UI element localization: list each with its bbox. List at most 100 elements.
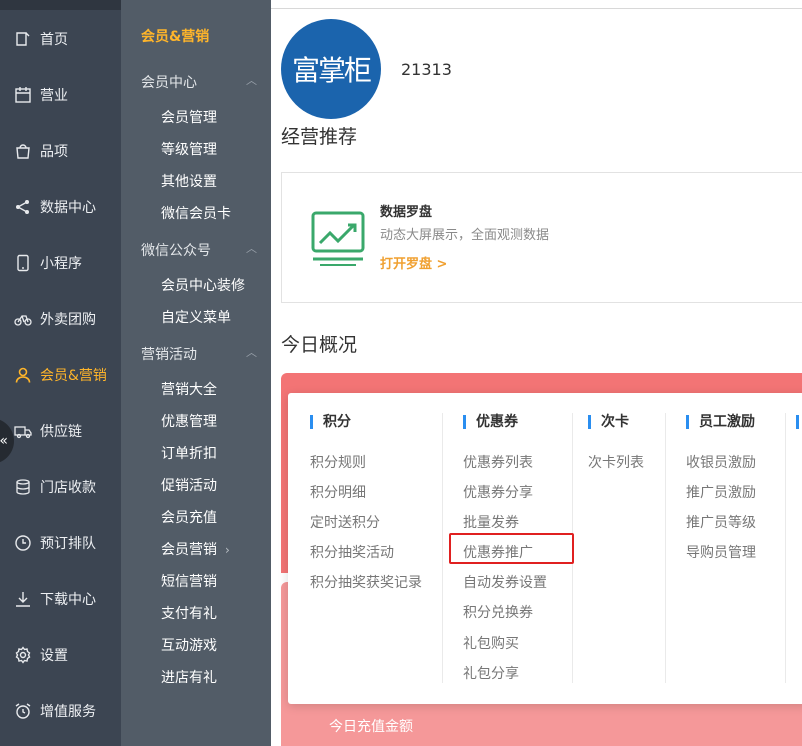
subnav-item[interactable]: 其他设置: [161, 171, 217, 191]
nav-item-value-added[interactable]: 增值服务: [0, 683, 121, 739]
column-header: 积分: [310, 415, 351, 429]
bag-icon: [14, 142, 32, 160]
subnav-item-member-marketing[interactable]: 会员营销 ›: [161, 539, 230, 559]
nav-item-label: 小程序: [40, 256, 82, 272]
gear-icon: [14, 646, 32, 664]
menu-item[interactable]: 积分明细: [310, 482, 366, 502]
subnav-item[interactable]: 会员中心装修: [161, 275, 245, 295]
subnav-item[interactable]: 支付有礼: [161, 603, 217, 623]
open-compass-link[interactable]: 打开罗盘 >: [380, 253, 447, 272]
card-description: 动态大屏展示，全面观测数据: [380, 228, 550, 243]
nav-item-mini-program[interactable]: 小程序: [0, 235, 121, 291]
highlight-box: [449, 533, 574, 564]
nav-item-delivery[interactable]: 外卖团购: [0, 291, 121, 347]
subnav-group-wechat[interactable]: 微信公众号 ︿: [141, 240, 261, 260]
subnav-item-label: 会员营销: [161, 542, 217, 558]
subnav-title: 会员&营销: [141, 29, 210, 45]
subnav-item[interactable]: 促销活动: [161, 475, 217, 495]
menu-item[interactable]: 积分规则: [310, 452, 366, 472]
truck-icon: [14, 422, 32, 440]
sub-sidebar: 会员&营销 会员中心 ︿ 会员管理 等级管理 其他设置 微信会员卡 微信公众号 …: [121, 0, 271, 746]
phone-icon: [14, 254, 32, 272]
nav-item-label: 设置: [40, 648, 68, 664]
subnav-item[interactable]: 会员充值: [161, 507, 217, 527]
nav-item-data-center[interactable]: 数据中心: [0, 179, 121, 235]
menu-column-times-card: 次卡 次卡列表: [588, 413, 666, 683]
menu-item[interactable]: 定时送积分: [310, 512, 380, 532]
nav-item-label: 供应链: [40, 424, 82, 440]
menu-item[interactable]: 礼包购买: [463, 633, 519, 653]
subnav-item[interactable]: 自定义菜单: [161, 307, 231, 327]
main-sidebar: 首页 营业 品项 数据中心 小程序 外卖团购 会员&营销 供应链 门店收款 预订…: [0, 0, 121, 746]
subnav-item[interactable]: 微信会员卡: [161, 203, 231, 223]
subnav-item[interactable]: 互动游戏: [161, 635, 217, 655]
column-header: 次卡: [588, 415, 629, 429]
subnav-item[interactable]: 短信营销: [161, 571, 217, 591]
nav-item-label: 数据中心: [40, 200, 96, 216]
menu-item[interactable]: 积分抽奖活动: [310, 542, 394, 562]
user-icon: [14, 366, 32, 384]
menu-item[interactable]: 礼包分享: [463, 663, 519, 683]
today-recharge-label: 今日充值金额: [329, 719, 413, 735]
section-title-recommend: 经营推荐: [281, 126, 358, 148]
calendar-icon: [14, 86, 32, 104]
nav-item-products[interactable]: 品项: [0, 123, 121, 179]
nav-item-label: 增值服务: [40, 704, 96, 720]
download-icon: [14, 590, 32, 608]
alarm-icon: [14, 702, 32, 720]
subnav-item[interactable]: 等级管理: [161, 139, 217, 159]
column-header-marker: [796, 415, 799, 429]
subnav-item[interactable]: 订单折扣: [161, 443, 217, 463]
menu-item[interactable]: 导购员管理: [686, 542, 756, 562]
nav-item-label: 首页: [40, 32, 68, 48]
nav-item-reservation[interactable]: 预订排队: [0, 515, 121, 571]
menu-item[interactable]: 积分抽奖获奖记录: [310, 572, 422, 592]
clock-icon: [14, 534, 32, 552]
data-compass-card: 数据罗盘 动态大屏展示，全面观测数据 打开罗盘 >: [281, 172, 802, 303]
nav-item-supply-chain[interactable]: 供应链: [0, 403, 121, 459]
nav-item-home[interactable]: 首页: [0, 11, 121, 67]
column-header: 员工激励: [686, 415, 755, 429]
nav-item-label: 营业: [40, 88, 68, 104]
subnav-group-marketing[interactable]: 营销活动 ︿: [141, 344, 261, 364]
menu-item[interactable]: 积分兑换券: [463, 602, 533, 622]
menu-item[interactable]: 次卡列表: [588, 452, 644, 472]
subnav-group-member-center[interactable]: 会员中心 ︿: [141, 72, 261, 92]
nav-item-label: 会员&营销: [40, 368, 107, 384]
menu-column-points: 积分 积分规则 积分明细 定时送积分 积分抽奖活动 积分抽奖获奖记录: [310, 413, 443, 683]
coins-icon: [14, 478, 32, 496]
group-label: 会员中心: [141, 75, 197, 91]
nav-item-download[interactable]: 下载中心: [0, 571, 121, 627]
menu-item[interactable]: 推广员激励: [686, 482, 756, 502]
shop-logo: 富掌柜: [281, 19, 381, 119]
column-header: 优惠券: [463, 415, 518, 429]
chevron-up-icon: ︿: [246, 346, 257, 359]
nav-item-label: 预订排队: [40, 536, 96, 552]
subnav-item[interactable]: 优惠管理: [161, 411, 217, 431]
card-title: 数据罗盘: [380, 205, 433, 220]
nav-item-store-payment[interactable]: 门店收款: [0, 459, 121, 515]
menu-column-staff-incentive: 员工激励 收银员激励 推广员激励 推广员等级 导购员管理: [686, 413, 786, 683]
home-icon: [14, 30, 32, 48]
share-icon: [14, 198, 32, 216]
subnav-item[interactable]: 营销大全: [161, 379, 217, 399]
sidebar-top-strip: [0, 0, 121, 10]
chart-trend-icon: [311, 211, 365, 266]
nav-item-business[interactable]: 营业: [0, 67, 121, 123]
shop-id: 21313: [401, 60, 452, 79]
menu-item[interactable]: 自动发券设置: [463, 572, 547, 592]
nav-item-settings[interactable]: 设置: [0, 627, 121, 683]
bike-icon: [14, 310, 32, 328]
top-bar: [271, 0, 802, 8]
subnav-item[interactable]: 会员管理: [161, 107, 217, 127]
menu-item[interactable]: 收银员激励: [686, 452, 756, 472]
app-root: 首页 营业 品项 数据中心 小程序 外卖团购 会员&营销 供应链 门店收款 预订…: [0, 0, 802, 746]
nav-item-label: 下载中心: [40, 592, 96, 608]
logo-text: 富掌柜: [291, 54, 372, 87]
nav-item-member-marketing[interactable]: 会员&营销: [0, 347, 121, 403]
subnav-item[interactable]: 进店有礼: [161, 667, 217, 687]
menu-item[interactable]: 推广员等级: [686, 512, 756, 532]
menu-item[interactable]: 批量发券: [463, 512, 519, 532]
menu-item[interactable]: 优惠券列表: [463, 452, 533, 472]
menu-item[interactable]: 优惠券分享: [463, 482, 533, 502]
